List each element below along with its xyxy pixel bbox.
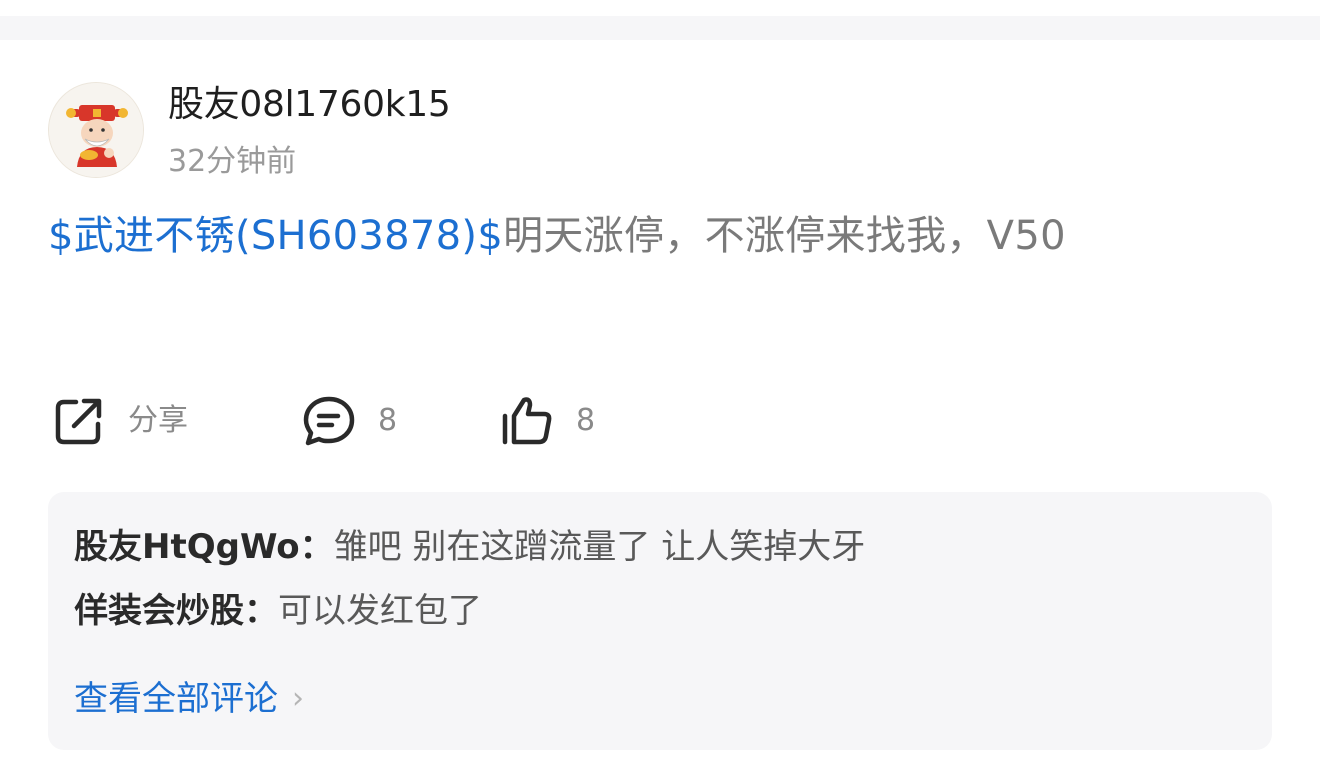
- top-strip: [0, 0, 1320, 16]
- share-button[interactable]: 分享: [52, 392, 188, 450]
- comment-count: 8: [378, 403, 398, 438]
- section-divider: [0, 16, 1320, 40]
- view-all-comments-link[interactable]: 查看全部评论 ›: [74, 674, 304, 724]
- share-label: 分享: [128, 403, 188, 438]
- like-button[interactable]: 8: [500, 392, 595, 450]
- comment-username[interactable]: 佯装会炒股：: [74, 591, 278, 631]
- share-icon: [55, 398, 102, 445]
- post-text: 明天涨停，不涨停来找我，V50: [503, 213, 1066, 259]
- avatar[interactable]: [48, 82, 144, 178]
- stock-tag-link[interactable]: $武进不锈(SH603878)$: [48, 213, 503, 259]
- comment-preview: 股友HtQgWo：雏吧 别在这蹭流量了 让人笑掉大牙 佯装会炒股：可以发红包了 …: [48, 492, 1272, 750]
- comment-item[interactable]: 股友HtQgWo：雏吧 别在这蹭流量了 让人笑掉大牙: [74, 522, 865, 572]
- view-all-label: 查看全部评论: [74, 679, 278, 719]
- comment-text: 可以发红包了: [278, 591, 482, 631]
- thumbs-up-icon: [502, 397, 552, 445]
- chevron-right-icon: ›: [292, 681, 304, 716]
- post-content: $武进不锈(SH603878)$明天涨停，不涨停来找我，V50: [48, 196, 1208, 276]
- comment-icon: [303, 396, 355, 446]
- post-timestamp: 32分钟前: [168, 144, 297, 179]
- like-count: 8: [576, 403, 596, 438]
- comment-item[interactable]: 佯装会炒股：可以发红包了: [74, 586, 482, 636]
- caishen-avatar-icon: [49, 83, 143, 177]
- comment-text: 雏吧 别在这蹭流量了 让人笑掉大牙: [333, 527, 866, 567]
- comment-button[interactable]: 8: [302, 392, 397, 450]
- post-username[interactable]: 股友08l1760k15: [168, 80, 451, 130]
- comment-username[interactable]: 股友HtQgWo：: [74, 527, 334, 567]
